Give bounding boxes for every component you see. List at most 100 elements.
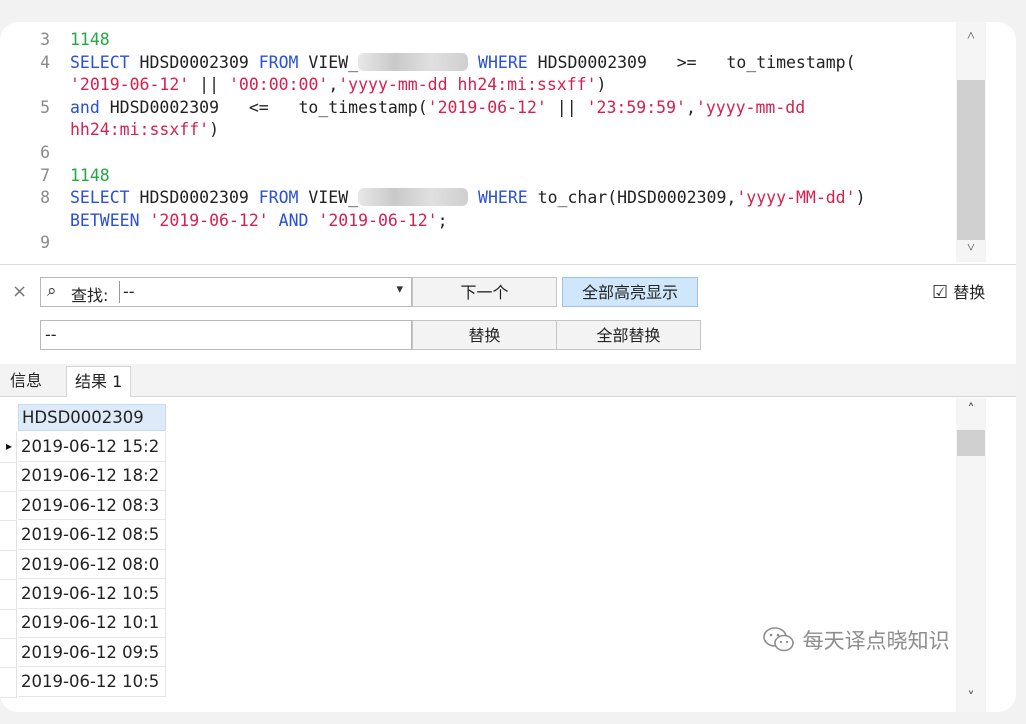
sql-keyword: FROM [258, 188, 299, 208]
code-line[interactable]: 5 and HDSD0002309 <= to_timestamp('2019-0… [0, 97, 956, 119]
row-indicator[interactable] [0, 490, 17, 522]
highlight-all-button[interactable]: 全部高亮显示 [562, 277, 698, 307]
text-caret [119, 281, 120, 303]
tab-result-1[interactable]: 结果 1 [66, 366, 132, 397]
row-indicator[interactable] [0, 520, 17, 551]
row-indicator[interactable] [0, 549, 17, 581]
code-line[interactable]: 4 SELECT HDSD0002309 FROM VIEW_ WHERE HDS… [0, 52, 956, 74]
table-cell[interactable]: 2019-06-12 08:5 [18, 520, 166, 550]
tab-info[interactable]: 信息 [2, 366, 50, 396]
sql-string: '2019-06-12' [149, 210, 269, 230]
row-indicator[interactable] [0, 667, 17, 698]
find-replace-bar: × ⌕ 查找: -- ▾ 下一个 全部高亮显示 ☑ 替换 -- 替换 全部替换 [0, 264, 1016, 365]
sql-token: ) [596, 75, 607, 95]
table-cell[interactable]: 2019-06-12 08:3 [18, 490, 166, 521]
code-line[interactable]: 3 1148 [0, 29, 956, 51]
table-row[interactable]: 2019-06-12 10:1 [0, 608, 168, 639]
search-icon: ⌕ [47, 281, 57, 301]
code-line[interactable]: 7 1148 [0, 165, 956, 187]
replace-all-button[interactable]: 全部替换 [556, 320, 701, 350]
sql-keyword: SELECT [70, 52, 130, 72]
table-row[interactable]: 2019-06-12 08:3 [0, 490, 168, 522]
code-line[interactable]: '2019-06-12' || '00:00:00','yyyy-mm-dd h… [0, 74, 956, 96]
sql-string: '00:00:00' [228, 75, 329, 95]
sql-keyword: SELECT [70, 188, 130, 208]
table-row[interactable]: 2019-06-12 09:5 [0, 637, 168, 669]
sql-string: '2019-06-12' [70, 75, 190, 95]
table-cell[interactable]: 2019-06-12 18:2 [18, 461, 166, 491]
column-header[interactable]: HDSD0002309 [18, 404, 166, 431]
code-text: '2019-06-12' || '00:00:00','yyyy-mm-dd h… [70, 74, 606, 96]
table-row[interactable]: 2019-06-12 18:2 [0, 461, 168, 492]
code-line[interactable]: 9 [0, 232, 956, 254]
sql-token: to_char(HDSD0002309, [527, 188, 737, 208]
row-indicator[interactable] [0, 608, 17, 639]
scroll-down-arrow-icon[interactable]: ˅ [956, 690, 986, 706]
sql-token: HDSD0002309 [129, 52, 259, 72]
code-line[interactable]: hh24:mi:ssxff') [0, 119, 956, 141]
search-input[interactable]: ⌕ 查找: -- ▾ [40, 277, 412, 307]
search-label: 查找: [71, 286, 109, 305]
results-scrollbar[interactable]: ˄ ˅ [956, 398, 986, 712]
table-cell[interactable]: 2019-06-12 10:1 [18, 608, 166, 638]
line-number: 4 [40, 52, 50, 72]
wechat-icon [763, 627, 794, 652]
code-line[interactable]: BETWEEN '2019-06-12' AND '2019-06-12'; [0, 210, 956, 232]
editor-scrollbar[interactable]: ˄ ˅ [956, 22, 986, 262]
sql-string: '2019-06-12' [427, 97, 547, 117]
row-indicator[interactable] [0, 461, 17, 492]
sql-token: || [189, 75, 229, 95]
sql-string: 'yyyy-mm-dd hh24:mi:ssxff' [338, 75, 597, 95]
redacted-blur [358, 52, 469, 71]
line-number: 7 [40, 165, 50, 185]
results-grid: HDSD0002309 ▸ 2019-06-12 15:2 2019-06-12 1… [0, 398, 986, 712]
sql-token: VIEW_ [298, 188, 359, 208]
code-text: and HDSD0002309 <= to_timestamp('2019-06… [70, 97, 805, 119]
sql-keyword: and [70, 97, 100, 117]
code-text: hh24:mi:ssxff') [70, 119, 219, 141]
table-cell[interactable]: 2019-06-12 09:5 [18, 637, 166, 668]
row-indicator[interactable] [0, 579, 17, 610]
scroll-up-arrow-icon[interactable]: ˄ [956, 402, 986, 418]
sql-token: || [546, 97, 587, 117]
table-row[interactable]: 2019-06-12 10:5 [0, 579, 168, 610]
line-number: 9 [40, 233, 50, 253]
line-number: 3 [40, 30, 50, 49]
editor-scroll-thumb[interactable] [957, 80, 985, 240]
sql-editor[interactable]: 3 1148 4 SELECT HDSD0002309 FROM VIEW_ WHER… [0, 22, 986, 262]
close-find-bar-icon[interactable]: × [12, 281, 30, 302]
results-scroll-thumb[interactable] [957, 430, 985, 456]
watermark-text: 每天译点晓知识 [802, 629, 950, 653]
code-text: SELECT HDSD0002309 FROM VIEW_ WHERE HDSD… [70, 52, 856, 74]
table-row[interactable]: 2019-06-12 08:0 [0, 549, 168, 581]
find-next-button[interactable]: 下一个 [412, 277, 557, 307]
sql-token: ; [437, 210, 448, 230]
table-row[interactable]: ▸ 2019-06-12 15:2 [0, 432, 168, 463]
scroll-down-arrow-icon[interactable]: ˅ [956, 240, 986, 257]
code-line[interactable]: 6 [0, 142, 956, 164]
replace-input[interactable]: -- [40, 320, 412, 350]
table-cell[interactable]: 2019-06-12 10:5 [18, 667, 166, 697]
table-row[interactable]: 2019-06-12 10:5 [0, 667, 168, 698]
table-row[interactable]: 2019-06-12 08:5 [0, 520, 168, 551]
sql-token: HDSD0002309 [129, 188, 259, 208]
replace-value: -- [45, 325, 57, 344]
sql-token: ) [855, 188, 866, 208]
table-cell[interactable]: 2019-06-12 10:5 [18, 579, 166, 609]
checkbox-checked-icon[interactable]: ☑ [932, 282, 948, 303]
result-tabs: 信息 结果 1 [0, 364, 1016, 397]
replace-button[interactable]: 替换 [412, 320, 557, 350]
replace-checkbox[interactable]: ☑ 替换 [932, 281, 985, 305]
sql-token: ) [209, 120, 220, 140]
table-cell[interactable]: 2019-06-12 08:0 [18, 549, 166, 580]
code-line[interactable]: 8 SELECT HDSD0002309 FROM VIEW_ WHERE to_… [0, 187, 956, 209]
scroll-up-arrow-icon[interactable]: ˄ [956, 28, 986, 45]
row-indicator[interactable]: ▸ [0, 432, 17, 463]
sql-token: VIEW_ [298, 52, 359, 72]
table-cell[interactable]: 2019-06-12 15:2 [18, 432, 166, 462]
row-indicator[interactable] [0, 637, 17, 669]
chevron-down-icon[interactable]: ▾ [396, 282, 403, 297]
code-text: 1148 [70, 165, 110, 187]
redacted-blur [358, 188, 469, 207]
